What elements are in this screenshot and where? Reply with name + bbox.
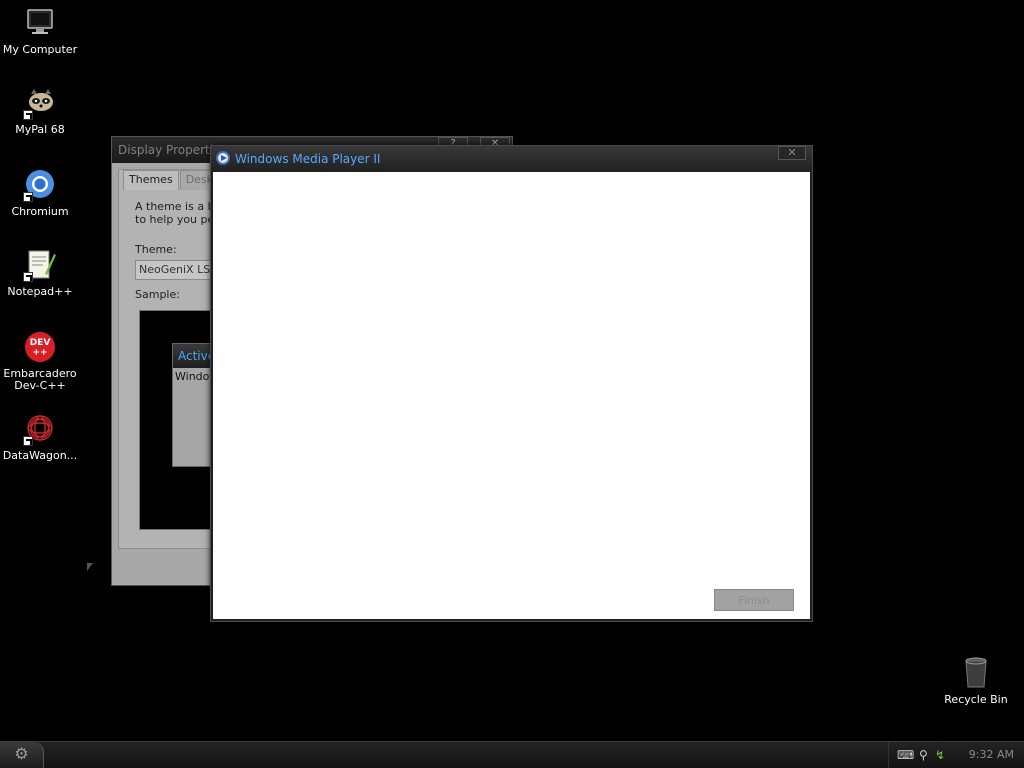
desktop-icon-my-computer[interactable]: My Computer	[0, 6, 80, 56]
media-player-titlebar[interactable]: Windows Media Player II ✕	[211, 146, 812, 172]
taskbar: ⚙ ⌨ ⚲ ↯ 9:32 AM	[0, 741, 1024, 768]
svg-text:DEV: DEV	[30, 338, 51, 348]
media-player-content: Finish	[213, 172, 810, 619]
finish-button[interactable]: Finish	[714, 589, 794, 611]
media-player-window[interactable]: Windows Media Player II ✕ Finish	[210, 145, 813, 622]
mypal-raccoon-icon	[23, 86, 57, 120]
devcpp-icon: DEV ++	[23, 330, 57, 364]
antenna-icon[interactable]: ⚲	[919, 748, 928, 762]
svg-text:++: ++	[32, 348, 47, 358]
desktop-icon-label: Chromium	[11, 205, 69, 218]
keyboard-icon[interactable]: ⌨	[897, 748, 914, 762]
desktop-icon-label: Embarcadero Dev-C++	[3, 367, 77, 392]
shortcut-arrow-icon	[23, 110, 33, 120]
desktop-icon-notepadpp[interactable]: Notepad++	[0, 248, 80, 298]
window-title: Windows Media Player II	[235, 152, 381, 166]
theme-label: Theme:	[135, 243, 177, 256]
system-tray: ⌨ ⚲ ↯ 9:32 AM	[888, 742, 1024, 768]
shortcut-arrow-icon	[23, 436, 33, 446]
desktop-icon-datawagon[interactable]: DataWagon...	[0, 412, 80, 462]
mouse-cursor-icon	[87, 563, 93, 571]
media-player-logo-icon	[216, 151, 230, 165]
desktop-icon-label: MyPal 68	[15, 123, 65, 136]
chromium-icon	[23, 168, 57, 202]
tab-themes[interactable]: Themes	[123, 170, 179, 190]
desktop-icon-label: My Computer	[2, 43, 78, 56]
datawagon-icon	[23, 412, 57, 446]
desktop-icon-mypal[interactable]: MyPal 68	[0, 86, 80, 136]
window-title: Display Properti	[118, 143, 214, 157]
desktop-icon-label: Recycle Bin	[944, 693, 1008, 706]
desktop-icon-chromium[interactable]: Chromium	[0, 168, 80, 218]
desktop-icon-label: DataWagon...	[2, 449, 78, 462]
close-button[interactable]: ✕	[778, 146, 806, 160]
shortcut-arrow-icon	[23, 192, 33, 202]
clock[interactable]: 9:32 AM	[969, 748, 1014, 761]
sample-label: Sample:	[135, 288, 180, 301]
monitor-icon	[23, 6, 57, 40]
start-button[interactable]: ⚙	[0, 742, 44, 768]
desktop-icon-label: Notepad++	[7, 285, 73, 298]
shortcut-arrow-icon	[23, 272, 33, 282]
desktop-icon-devcpp[interactable]: DEV ++ Embarcadero Dev-C++	[0, 330, 80, 392]
desktop-icon-recycle-bin[interactable]: Recycle Bin	[936, 656, 1016, 706]
recycle-bin-icon	[959, 656, 993, 690]
notepadpp-icon	[23, 248, 57, 282]
network-icon[interactable]: ↯	[935, 748, 945, 762]
